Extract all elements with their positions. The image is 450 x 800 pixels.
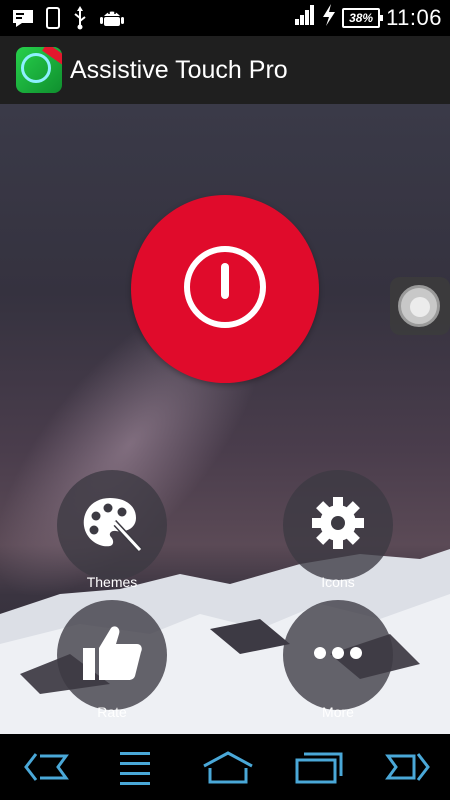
more-button[interactable]: More [282, 600, 394, 720]
themes-label: Themes [86, 574, 138, 590]
themes-button[interactable]: Themes [56, 470, 168, 590]
icons-button[interactable]: Icons [282, 470, 394, 590]
navigation-bar [0, 734, 450, 800]
signal-icon [294, 4, 316, 31]
charging-icon [322, 4, 336, 31]
app-logo-icon[interactable] [16, 47, 62, 93]
status-bar: 38% 11:06 [0, 0, 450, 36]
nav-menu-icon[interactable] [118, 750, 152, 791]
android-icon [100, 6, 124, 30]
battery-indicator: 38% [342, 7, 384, 28]
clock: 11:06 [386, 4, 442, 30]
message-icon [12, 8, 34, 28]
rate-label: Rate [97, 704, 127, 720]
usb-icon [72, 6, 88, 30]
nav-forward-icon[interactable] [384, 750, 432, 789]
gear-icon [308, 493, 368, 558]
nav-home-icon[interactable] [200, 750, 256, 791]
more-label: More [322, 704, 354, 720]
power-icon [181, 243, 269, 336]
nav-recents-icon[interactable] [294, 750, 344, 791]
action-bar: Assistive Touch Pro [0, 36, 450, 104]
icons-label: Icons [321, 574, 355, 590]
power-button[interactable] [131, 195, 319, 383]
nav-back-icon[interactable] [22, 750, 70, 789]
rate-button[interactable]: Rate [56, 600, 168, 720]
app-title: Assistive Touch Pro [70, 55, 288, 84]
more-dots-icon [313, 646, 363, 665]
palette-icon [80, 494, 144, 557]
floating-touch-button[interactable] [390, 277, 450, 335]
phone-outline-icon [46, 7, 60, 29]
thumbs-up-icon [81, 624, 143, 687]
